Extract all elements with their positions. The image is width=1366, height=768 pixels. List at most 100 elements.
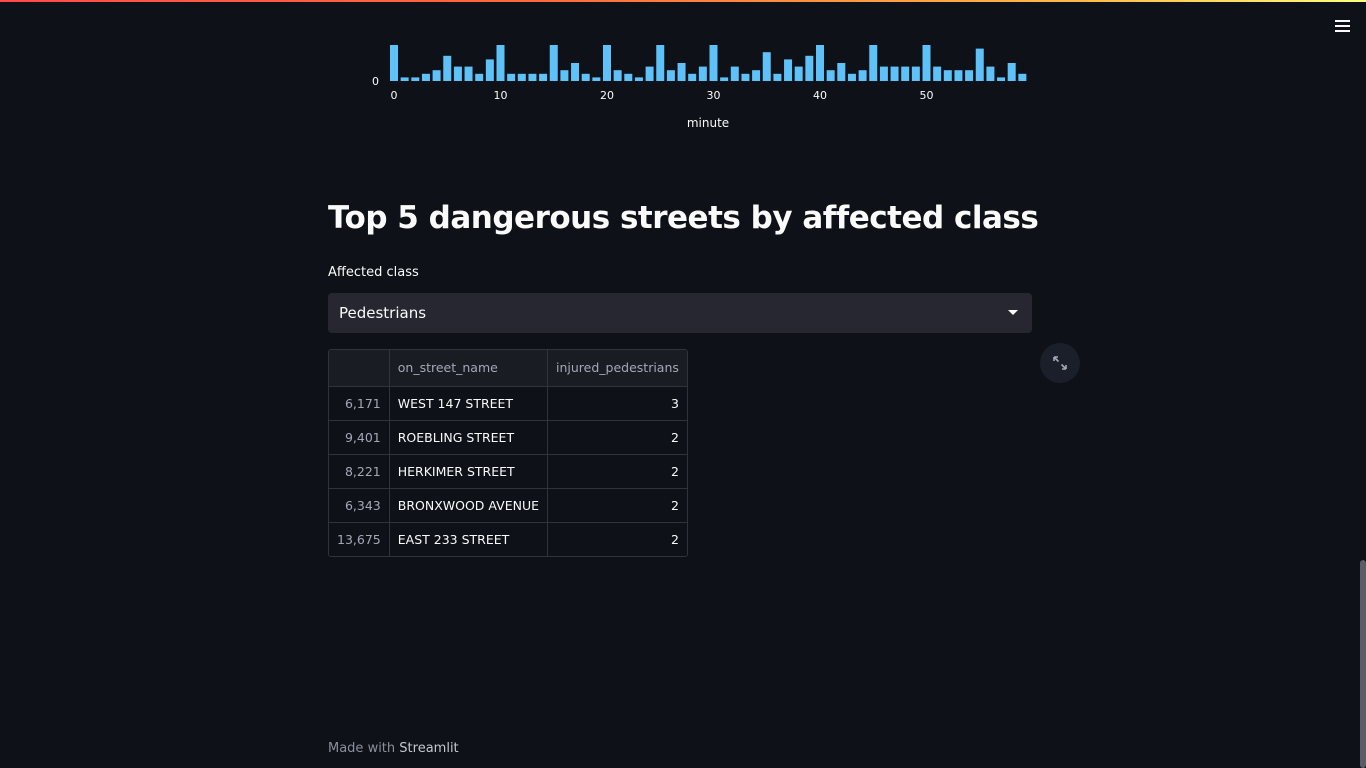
bar-minute-7 [464, 66, 473, 81]
row-index-cell[interactable]: 9,401 [329, 420, 390, 455]
row-index-cell[interactable]: 6,171 [329, 386, 390, 421]
bar-minute-12 [517, 73, 526, 81]
bar-minute-43 [847, 73, 856, 81]
table-row: 8,221 HERKIMER STREET 2 [329, 454, 687, 489]
street-name-cell[interactable]: WEST 147 STREET [389, 386, 549, 421]
bar-minute-23 [634, 77, 643, 81]
main-menu-button[interactable] [1330, 14, 1354, 38]
street-name-cell[interactable]: HERKIMER STREET [389, 454, 549, 489]
affected-class-select[interactable]: Pedestrians [328, 293, 1032, 333]
injured-count-cell[interactable]: 2 [547, 454, 687, 489]
bar-minute-10 [496, 45, 505, 81]
bar-minute-1 [400, 77, 409, 81]
bar-minute-58 [1007, 63, 1016, 81]
bar-minute-27 [677, 63, 686, 81]
injured-count-cell[interactable]: 3 [547, 386, 687, 421]
bar-minute-13 [528, 73, 537, 81]
bar-minute-5 [443, 55, 452, 81]
bar-minute-48 [901, 66, 910, 81]
expand-icon [1053, 356, 1067, 370]
table-row: 6,343 BRONXWOOD AVENUE 2 [329, 488, 687, 523]
bar-minute-57 [997, 77, 1006, 81]
bar-minute-16 [560, 70, 569, 81]
bar-minute-24 [645, 66, 654, 81]
bar-minute-11 [507, 73, 516, 81]
bar-minute-21 [613, 70, 622, 81]
injured-count-cell[interactable]: 2 [547, 488, 687, 523]
bar-minute-51 [933, 66, 942, 81]
streamlit-link[interactable]: Streamlit [399, 741, 458, 756]
street-name-column-header[interactable]: on_street_name [389, 350, 549, 387]
street-name-cell[interactable]: EAST 233 STREET [389, 522, 549, 556]
bar-minute-38 [794, 66, 803, 81]
row-index-cell[interactable]: 8,221 [329, 454, 390, 489]
bar-minute-4 [432, 70, 441, 81]
fullscreen-button[interactable] [1040, 343, 1080, 383]
bar-minute-28 [688, 73, 697, 81]
bar-minute-50 [922, 45, 931, 81]
bar-minute-42 [837, 63, 846, 81]
street-name-cell[interactable]: BRONXWOOD AVENUE [389, 488, 549, 523]
index-column-header[interactable] [329, 350, 390, 387]
bar-minute-3 [421, 73, 430, 81]
x-tick-label: 20 [600, 89, 614, 102]
table-row: 13,675 EAST 233 STREET 2 [329, 522, 687, 556]
bar-minute-44 [858, 70, 867, 81]
bar-minute-52 [943, 70, 952, 81]
bar-minute-40 [816, 45, 824, 81]
bar-minute-15 [549, 45, 558, 81]
table-row: 9,401 ROEBLING STREET 2 [329, 420, 687, 455]
table-row: 6,171 WEST 147 STREET 3 [329, 386, 687, 421]
footer-prefix: Made with [328, 741, 396, 756]
footer: Made with Streamlit [328, 741, 459, 756]
bar-minute-41 [826, 70, 835, 81]
bar-minute-47 [890, 66, 899, 81]
street-name-cell[interactable]: ROEBLING STREET [389, 420, 549, 455]
bar-minute-39 [805, 55, 814, 81]
bar-minute-45 [869, 45, 878, 81]
injured-count-cell[interactable]: 2 [547, 522, 687, 556]
bar-minute-55 [975, 48, 984, 81]
affected-class-label: Affected class [328, 265, 419, 280]
bar-minute-18 [581, 73, 590, 81]
affected-class-select-value: Pedestrians [339, 304, 427, 322]
y-tick-label: 0 [372, 75, 379, 88]
table-header-row: on_street_name injured_pedestrians [329, 350, 687, 387]
row-index-cell[interactable]: 13,675 [329, 522, 390, 556]
injured-count-cell[interactable]: 2 [547, 420, 687, 455]
section-heading: Top 5 dangerous streets by affected clas… [328, 200, 1039, 236]
header-decoration-bar [0, 0, 1366, 2]
hamburger-menu-icon-line [1334, 25, 1350, 27]
x-tick-label: 30 [707, 89, 721, 102]
bar-minute-19 [592, 77, 601, 81]
bar-minute-14 [539, 73, 548, 81]
bar-minute-26 [666, 70, 675, 81]
x-tick-label: 40 [813, 89, 827, 102]
x-tick-label: 50 [920, 89, 934, 102]
bar-minute-31 [720, 77, 729, 81]
x-axis-title: minute [687, 116, 729, 130]
bar-minute-54 [965, 70, 974, 81]
bar-minute-8 [475, 73, 484, 81]
chart-svg: minute 0 10 20 30 40 50 0 [372, 45, 1027, 130]
bar-minute-32 [730, 66, 739, 81]
bar-minute-2 [411, 77, 420, 81]
minute-histogram-chart: minute 0 10 20 30 40 50 0 [360, 30, 1060, 140]
caret-down-icon [1008, 310, 1018, 315]
bar-minute-33 [741, 73, 750, 81]
page-scrollbar[interactable] [1360, 560, 1366, 768]
bar-minute-46 [879, 66, 888, 81]
bar-minute-25 [656, 45, 665, 81]
injured-column-header[interactable]: injured_pedestrians [547, 350, 687, 387]
bar-minute-59 [1018, 73, 1027, 81]
bar-minute-22 [624, 73, 633, 81]
bar-minute-20 [603, 45, 611, 81]
streets-dataframe[interactable]: on_street_name injured_pedestrians 6,171… [328, 349, 688, 557]
bar-minute-6 [453, 66, 462, 81]
bar-minute-17 [571, 63, 580, 81]
bar-minute-0 [390, 45, 398, 81]
row-index-cell[interactable]: 6,343 [329, 488, 390, 523]
bar-minute-9 [485, 59, 494, 81]
bar-minute-36 [773, 73, 782, 81]
bar-minute-37 [784, 59, 793, 81]
